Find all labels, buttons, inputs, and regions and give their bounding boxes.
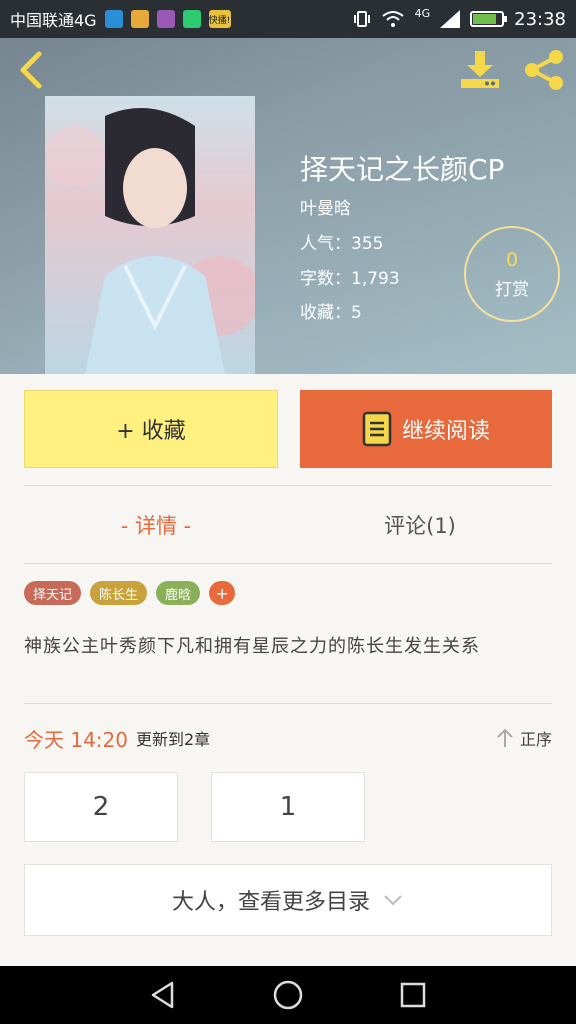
- update-row: 今天 14:20 更新到2章 正序: [24, 722, 552, 754]
- book-header: 择天记之长颜CP 叶曼晗 人气：355 字数：1,793 收藏：5 0 打赏: [0, 38, 576, 374]
- system-nav-bar: [0, 966, 576, 1024]
- status-time: 23:38: [514, 8, 566, 30]
- status-right: 4G 23:38: [353, 6, 566, 30]
- wifi-icon: [381, 11, 404, 27]
- vibrate-icon: [353, 11, 370, 27]
- update-text: 更新到2章: [136, 730, 211, 749]
- network-type-label: 4G: [414, 6, 431, 20]
- book-title: 择天记之长颜CP: [300, 153, 505, 186]
- carrier-label: 中国联通4G: [10, 11, 97, 30]
- signal-icon: [440, 10, 461, 28]
- tab-comments-label: 评论(1): [384, 514, 456, 538]
- continue-reading-button[interactable]: 继续阅读: [300, 390, 552, 468]
- chevron-left-icon: [20, 51, 42, 89]
- lock-app-icon: [130, 10, 149, 28]
- square-recents-icon: [401, 982, 426, 1008]
- collect-button[interactable]: + 收藏: [24, 390, 278, 468]
- grid-app-icon: [182, 10, 201, 28]
- chapter-item[interactable]: 1: [211, 772, 365, 842]
- download-button[interactable]: [456, 48, 504, 92]
- divider: [24, 703, 552, 704]
- chevron-down-icon: [384, 895, 402, 906]
- tag-list: 择天记 陈长生 鹿晗 +: [24, 581, 236, 605]
- download-icon: [461, 51, 499, 88]
- status-bar: 中国联通4G 快播! 4G 23:38: [0, 0, 576, 38]
- collect-label: + 收藏: [116, 419, 186, 444]
- tab-detail-label: - 详情 -: [120, 514, 192, 538]
- nav-back-button[interactable]: [143, 975, 183, 1015]
- tip-button[interactable]: 0 打赏: [464, 226, 560, 322]
- nav-recents-button[interactable]: [393, 975, 433, 1015]
- add-tag-button[interactable]: +: [209, 581, 236, 605]
- triangle-back-icon: [151, 981, 173, 1009]
- tip-label: 打赏: [495, 279, 529, 300]
- sort-label: 正序: [519, 730, 552, 749]
- status-left: 中国联通4G 快播!: [10, 7, 231, 31]
- more-catalog-label: 大人，查看更多目录: [171, 890, 370, 915]
- book-author[interactable]: 叶曼晗: [300, 194, 351, 219]
- circle-home-icon: [273, 980, 303, 1010]
- tag-item[interactable]: 择天记: [24, 581, 82, 605]
- share-icon: [525, 50, 563, 90]
- tab-detail[interactable]: - 详情 -: [24, 498, 288, 552]
- sort-button[interactable]: 正序: [496, 726, 552, 750]
- tag-item[interactable]: 鹿晗: [156, 581, 201, 605]
- tag-item[interactable]: 陈长生: [90, 581, 148, 605]
- nav-home-button[interactable]: [268, 975, 308, 1015]
- divider: [24, 485, 552, 486]
- chapter-item[interactable]: 2: [24, 772, 178, 842]
- share-button[interactable]: [520, 48, 568, 92]
- divider: [24, 563, 552, 564]
- popularity-label: 人气：355: [300, 234, 384, 254]
- battery-icon: [470, 11, 508, 27]
- arrow-up-icon: [497, 728, 513, 747]
- kuaibo-app-icon: 快播!: [208, 10, 231, 28]
- favorites-label: 收藏：5: [300, 303, 362, 323]
- bluetooth-app-icon: [104, 10, 123, 28]
- back-button[interactable]: [12, 50, 48, 90]
- more-catalog-button[interactable]: 大人，查看更多目录: [24, 864, 552, 936]
- tip-count: 0: [505, 248, 519, 271]
- gallery-app-icon: [156, 10, 175, 28]
- tab-comments[interactable]: 评论(1): [288, 498, 552, 552]
- continue-reading-label: 继续阅读: [401, 419, 490, 444]
- book-synopsis: 神族公主叶秀颜下凡和拥有星辰之力的陈长生发生关系: [24, 636, 480, 657]
- update-time: 今天 14:20: [24, 727, 128, 752]
- cover-illustration: [45, 108, 255, 374]
- word-count-label: 字数：1,793: [300, 269, 400, 289]
- book-icon: [362, 411, 392, 447]
- book-cover-image[interactable]: [45, 96, 255, 374]
